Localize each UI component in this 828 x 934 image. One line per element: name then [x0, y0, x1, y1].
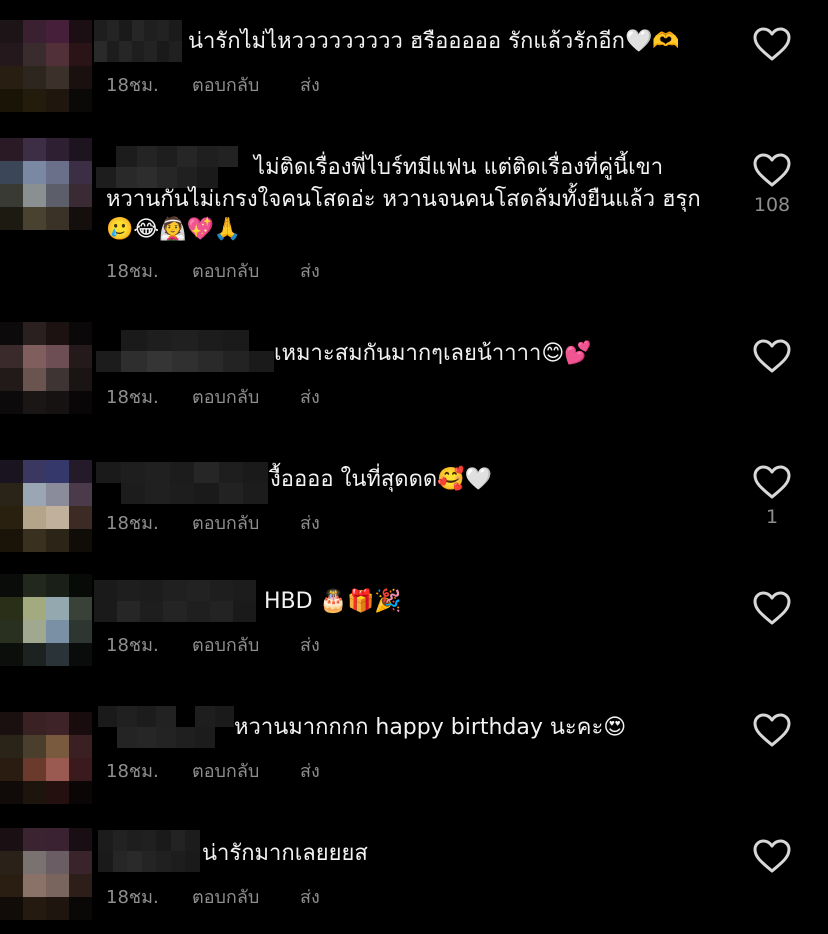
like-button[interactable] [752, 338, 792, 374]
username-blurred[interactable] [98, 830, 200, 872]
avatar[interactable] [0, 828, 92, 920]
comment-time: 18ชม. [106, 761, 159, 782]
avatar[interactable] [0, 322, 92, 414]
heart-outline-icon [753, 839, 791, 873]
send-button[interactable]: ส่ง [300, 756, 320, 785]
comment-time: 18ชม. [106, 75, 159, 96]
avatar[interactable] [0, 460, 92, 552]
like-count: 1 [765, 506, 779, 528]
reply-button[interactable]: ตอบกลับ [192, 508, 259, 537]
comment-time: 18ชม. [106, 887, 159, 908]
comment-text: HBD 🎂🎁🎉 [264, 589, 402, 614]
heart-outline-icon [753, 465, 791, 499]
username-blurred[interactable] [96, 462, 268, 504]
username-blurred[interactable] [94, 580, 256, 622]
comment-time: 18ชม. [106, 513, 159, 534]
like-button[interactable] [752, 712, 792, 748]
comment-time: 18ชม. [106, 635, 159, 656]
username-blurred[interactable] [94, 20, 182, 62]
comment-time: 18ชม. [106, 261, 159, 282]
comment-text: น่ารักไม่ไหววววววววว ฮรือออออ รักแล้วรัก… [188, 29, 680, 54]
avatar[interactable] [0, 712, 92, 804]
avatar[interactable] [0, 20, 92, 112]
send-button[interactable]: ส่ง [300, 70, 320, 99]
comment-text: งื้ออออ ในที่สุดดด🥰🤍 [270, 467, 492, 492]
like-button[interactable] [752, 464, 792, 500]
send-button[interactable]: ส่ง [300, 508, 320, 537]
reply-button[interactable]: ตอบกลับ [192, 256, 259, 285]
username-blurred[interactable] [98, 706, 234, 748]
comment-text: หวานมากกกก happy birthday นะคะ😍 [234, 715, 627, 740]
heart-outline-icon [753, 153, 791, 187]
comment-emoji-line: 🥲😂👰💖🙏 [106, 217, 242, 242]
avatar[interactable] [0, 574, 92, 666]
send-button[interactable]: ส่ง [300, 382, 320, 411]
like-button[interactable] [752, 152, 792, 188]
comment-text-line-2: หวานกันไม่เกรงใจคนโสดอ่ะ หวานจนคนโสดล้มท… [106, 187, 701, 212]
comment-text: เหมาะสมกันมากๆเลยน้าาาา😊💕 [274, 341, 592, 366]
reply-button[interactable]: ตอบกลับ [192, 70, 259, 99]
username-blurred[interactable] [96, 146, 238, 188]
heart-outline-icon [753, 591, 791, 625]
reply-button[interactable]: ตอบกลับ [192, 382, 259, 411]
send-button[interactable]: ส่ง [300, 630, 320, 659]
reply-button[interactable]: ตอบกลับ [192, 630, 259, 659]
comment-text: ไม่ติดเรื่องพี่ไบร์ทมีแฟน แต่ติดเรื่องที… [254, 155, 664, 180]
send-button[interactable]: ส่ง [300, 256, 320, 285]
reply-button[interactable]: ตอบกลับ [192, 756, 259, 785]
reply-button[interactable]: ตอบกลับ [192, 882, 259, 911]
username-blurred[interactable] [96, 330, 274, 372]
like-button[interactable] [752, 590, 792, 626]
heart-outline-icon [753, 339, 791, 373]
heart-outline-icon [753, 27, 791, 61]
comment-text: น่ารักมากเลยยยส [202, 841, 368, 866]
heart-outline-icon [753, 713, 791, 747]
comment-time: 18ชม. [106, 387, 159, 408]
like-count: 108 [753, 194, 791, 216]
avatar[interactable] [0, 138, 92, 230]
like-button[interactable] [752, 838, 792, 874]
send-button[interactable]: ส่ง [300, 882, 320, 911]
like-button[interactable] [752, 26, 792, 62]
